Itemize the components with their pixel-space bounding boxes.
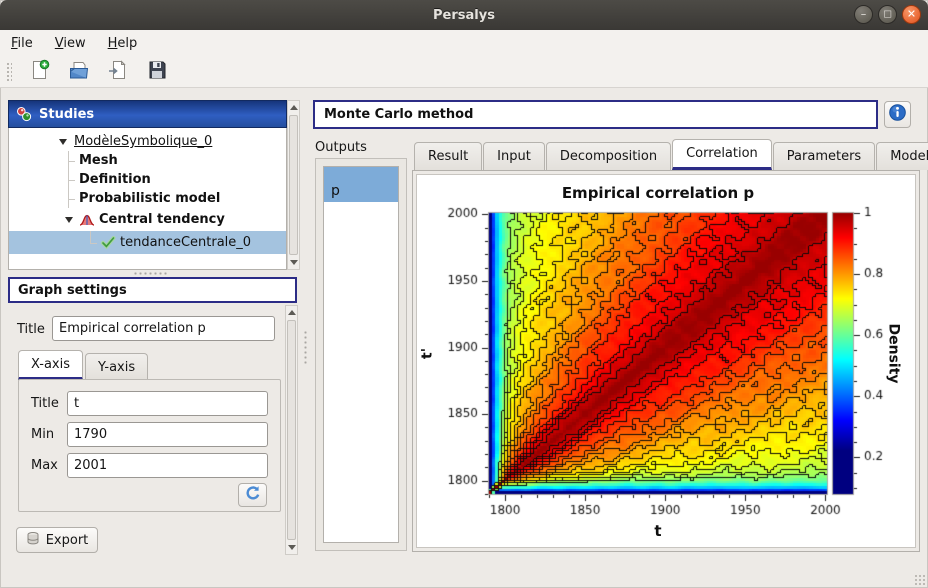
distribution-icon bbox=[77, 213, 96, 226]
refresh-axis-button[interactable] bbox=[238, 483, 267, 507]
x-axis-settings-group: Title Min Max bbox=[18, 379, 281, 512]
export-icon bbox=[26, 531, 41, 550]
graph-settings-header: Graph settings bbox=[8, 277, 297, 303]
tree-item-probabilistic-model[interactable]: Probabilistic model bbox=[9, 189, 286, 208]
import-file-icon bbox=[107, 59, 129, 85]
axis-max-label: Max bbox=[31, 458, 58, 473]
graph-settings-scrollbar[interactable] bbox=[285, 305, 298, 555]
menu-help[interactable]: Help bbox=[108, 36, 138, 51]
maximize-icon: □ bbox=[879, 7, 896, 23]
scroll-down-icon[interactable] bbox=[286, 541, 297, 554]
minimize-icon: – bbox=[855, 7, 872, 23]
scroll-up-icon[interactable] bbox=[286, 306, 297, 319]
export-button[interactable]: Export bbox=[16, 527, 98, 553]
export-button-label: Export bbox=[46, 533, 89, 548]
result-tabs: ResultInputDecompositionCorrelationParam… bbox=[414, 139, 928, 170]
graph-title-input[interactable] bbox=[52, 316, 275, 341]
check-icon bbox=[98, 236, 117, 249]
menu-bar: File View Help bbox=[0, 30, 928, 56]
tree-item-label: tendanceCentrale_0 bbox=[117, 235, 254, 250]
tree-guide-line bbox=[61, 189, 76, 208]
axis-min-label: Min bbox=[31, 427, 54, 442]
tab-result[interactable]: Result bbox=[414, 142, 482, 170]
info-icon bbox=[888, 103, 907, 126]
chart-xlabel: t bbox=[489, 522, 827, 540]
tab-model[interactable]: Model bbox=[876, 142, 928, 170]
info-button[interactable] bbox=[884, 101, 911, 128]
studies-panel-header: Studies bbox=[8, 100, 287, 128]
tab-correlation[interactable]: Correlation bbox=[672, 139, 772, 170]
title-bar: Persalys – □ ✕ bbox=[0, 0, 928, 30]
analysis-title-box: Monte Carlo method bbox=[313, 100, 878, 129]
vertical-splitter-handle[interactable] bbox=[303, 330, 308, 366]
chart-title: Empirical correlation p bbox=[489, 184, 827, 202]
tree-item-tendancecentrale-0[interactable]: tendanceCentrale_0 bbox=[9, 231, 286, 254]
studies-icon bbox=[14, 106, 33, 122]
tree-item-mesh[interactable]: Mesh bbox=[9, 151, 286, 170]
persalys-window: { "window": { "title": "Persalys" }, "me… bbox=[0, 0, 928, 588]
import-script-button[interactable] bbox=[105, 59, 131, 85]
axis-min-input[interactable] bbox=[67, 422, 268, 447]
outputs-list: p bbox=[323, 166, 399, 543]
minimize-button[interactable]: – bbox=[854, 5, 873, 24]
tree-item-label: Mesh bbox=[76, 153, 121, 168]
axis-tabs: X-axisY-axis bbox=[18, 350, 150, 380]
refresh-icon bbox=[244, 485, 261, 505]
chart-ylabel: t' bbox=[420, 334, 437, 374]
tree-item-label: ModèleSymbolique_0 bbox=[71, 134, 215, 149]
new-study-button[interactable] bbox=[27, 59, 53, 85]
tab-x-axis[interactable]: X-axis bbox=[18, 350, 83, 380]
toolbar-drag-handle[interactable] bbox=[5, 61, 12, 83]
save-floppy-icon bbox=[146, 59, 168, 85]
studies-header-label: Studies bbox=[39, 107, 94, 122]
tree-item-central-tendency[interactable]: Central tendency bbox=[9, 208, 286, 231]
tree-item-definition[interactable]: Definition bbox=[9, 170, 286, 189]
correlation-heatmap-canvas bbox=[417, 205, 917, 545]
toolbar bbox=[0, 56, 928, 88]
menu-view[interactable]: View bbox=[55, 36, 86, 51]
tab-y-axis[interactable]: Y-axis bbox=[85, 353, 148, 380]
studies-tree: ModèleSymbolique_0 Mesh Definition Probabil… bbox=[8, 128, 287, 270]
maximize-button[interactable]: □ bbox=[878, 5, 897, 24]
menu-file[interactable]: File bbox=[11, 36, 33, 51]
scroll-up-icon[interactable] bbox=[288, 101, 299, 114]
close-button[interactable]: ✕ bbox=[902, 5, 921, 24]
save-study-button[interactable] bbox=[144, 59, 170, 85]
window-resize-grip[interactable] bbox=[914, 574, 926, 586]
window-controls: – □ ✕ bbox=[854, 5, 921, 24]
scrollbar-thumb[interactable] bbox=[289, 115, 298, 255]
tree-guide-line bbox=[61, 151, 76, 170]
axis-max-input[interactable] bbox=[67, 453, 268, 478]
new-document-icon bbox=[29, 59, 51, 85]
open-study-button[interactable] bbox=[66, 59, 92, 85]
expand-arrow-icon[interactable] bbox=[61, 217, 77, 223]
outputs-label: Outputs bbox=[315, 140, 367, 155]
tab-input[interactable]: Input bbox=[483, 142, 545, 170]
tree-guide-line bbox=[83, 231, 98, 254]
tree-item-label: Probabilistic model bbox=[76, 191, 223, 206]
tree-item-label: Central tendency bbox=[96, 212, 228, 227]
horizontal-splitter-handle[interactable] bbox=[133, 271, 169, 276]
graph-title-label: Title bbox=[17, 322, 45, 337]
output-item-p[interactable]: p bbox=[324, 167, 398, 202]
graph-settings-header-label: Graph settings bbox=[18, 283, 127, 298]
studies-tree-scrollbar[interactable] bbox=[287, 100, 300, 270]
tree-item-mod-lesymbolique-0[interactable]: ModèleSymbolique_0 bbox=[9, 132, 286, 151]
open-folder-icon bbox=[68, 59, 90, 85]
tree-item-label: Definition bbox=[76, 172, 154, 187]
outputs-panel: p bbox=[315, 158, 407, 551]
tab-parameters[interactable]: Parameters bbox=[773, 142, 875, 170]
expand-arrow-icon[interactable] bbox=[55, 139, 71, 145]
close-icon: ✕ bbox=[903, 7, 920, 23]
tab-decomposition[interactable]: Decomposition bbox=[546, 142, 671, 170]
axis-title-label: Title bbox=[31, 396, 59, 411]
axis-title-input[interactable] bbox=[67, 391, 268, 416]
tree-guide-line bbox=[61, 170, 76, 189]
window-title: Persalys bbox=[433, 8, 495, 23]
colorbar-label: Density bbox=[885, 324, 902, 384]
scroll-down-icon[interactable] bbox=[288, 256, 299, 269]
correlation-chart: Empirical correlation p t' t Density bbox=[416, 174, 916, 548]
analysis-title-label: Monte Carlo method bbox=[324, 107, 473, 122]
scrollbar-thumb[interactable] bbox=[287, 320, 296, 540]
